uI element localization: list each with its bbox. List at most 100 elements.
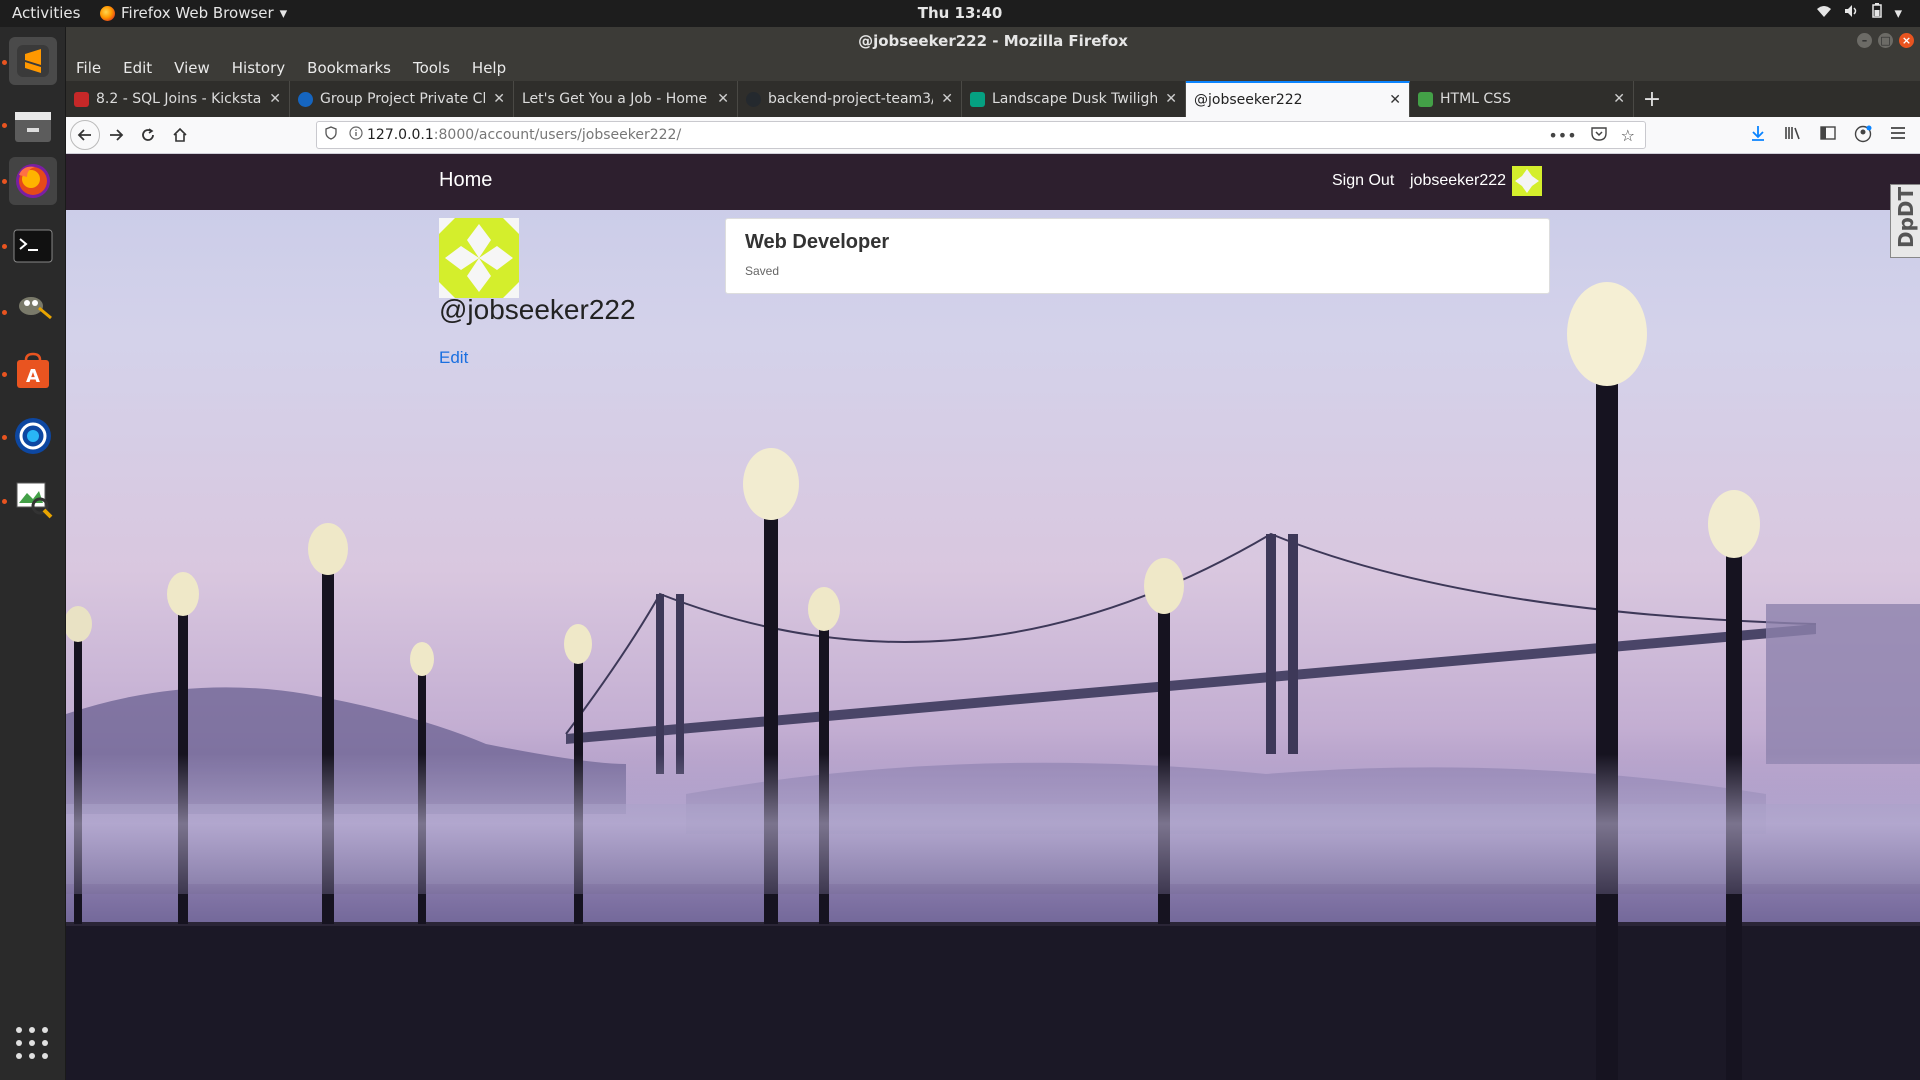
close-tab-icon[interactable]: ✕ bbox=[941, 91, 953, 107]
volume-icon bbox=[1844, 4, 1860, 22]
info-icon[interactable] bbox=[345, 126, 367, 144]
extension-label: DpDT bbox=[1894, 186, 1918, 248]
sublime-text-icon[interactable] bbox=[9, 37, 57, 85]
tab-label: Let's Get You a Job - Home bbox=[522, 91, 708, 107]
kickstart-favicon-icon bbox=[74, 91, 89, 107]
close-tab-icon[interactable]: ✕ bbox=[269, 91, 281, 107]
running-indicator bbox=[2, 60, 7, 65]
menu-view[interactable]: View bbox=[174, 59, 210, 77]
library-icon[interactable] bbox=[1784, 125, 1802, 148]
navigation-toolbar: 127.0.0.1:8000/account/users/jobseeker22… bbox=[66, 117, 1920, 154]
firefox-icon[interactable] bbox=[9, 157, 57, 205]
user-avatar-icon[interactable] bbox=[1512, 166, 1542, 196]
menu-tools[interactable]: Tools bbox=[413, 59, 450, 77]
tab-sql-joins[interactable]: 8.2 - SQL Joins - Kickstart ✕ bbox=[66, 81, 290, 117]
hamburger-menu-icon[interactable] bbox=[1890, 125, 1906, 148]
forward-button[interactable] bbox=[100, 119, 132, 151]
background-haze bbox=[66, 754, 1920, 894]
tab-landscape-dusk[interactable]: Landscape Dusk Twilight ✕ bbox=[962, 81, 1186, 117]
home-icon bbox=[173, 127, 187, 142]
close-tab-icon[interactable]: ✕ bbox=[493, 91, 505, 107]
github-icon bbox=[746, 91, 761, 107]
saved-job-card[interactable]: Web Developer Saved bbox=[725, 218, 1550, 294]
profile-avatar bbox=[439, 218, 519, 298]
running-indicator bbox=[2, 244, 7, 249]
page-actions-icon[interactable]: ••• bbox=[1548, 126, 1576, 145]
menu-bookmarks[interactable]: Bookmarks bbox=[307, 59, 391, 77]
software-center-icon[interactable]: A bbox=[9, 347, 57, 395]
pocket-icon[interactable] bbox=[1590, 126, 1607, 145]
chevron-down-icon: ▾ bbox=[1894, 3, 1902, 22]
menu-help[interactable]: Help bbox=[472, 59, 506, 77]
reload-icon bbox=[142, 128, 154, 141]
url-bar[interactable]: 127.0.0.1:8000/account/users/jobseeker22… bbox=[316, 121, 1646, 149]
maximize-button[interactable]: □ bbox=[1878, 33, 1893, 48]
image-viewer-icon[interactable] bbox=[9, 475, 57, 523]
tab-lets-get-you-a-job[interactable]: Let's Get You a Job - Home ✕ bbox=[514, 81, 738, 117]
ubuntu-dock: A bbox=[0, 27, 66, 1080]
tab-jobseeker-profile[interactable]: @jobseeker222 ✕ bbox=[1186, 81, 1410, 117]
page-viewport: Home Sign Out jobseeker222 @jobseeker222… bbox=[66, 154, 1920, 1080]
running-indicator bbox=[2, 310, 7, 315]
minimize-button[interactable]: – bbox=[1857, 33, 1872, 48]
reload-button[interactable] bbox=[132, 119, 164, 151]
pexels-icon bbox=[970, 91, 985, 107]
running-indicator bbox=[2, 435, 7, 440]
url-host: 127.0.0.1 bbox=[367, 127, 434, 143]
shield-icon[interactable] bbox=[317, 126, 345, 144]
sign-out-link[interactable]: Sign Out bbox=[1332, 172, 1394, 190]
running-indicator bbox=[2, 123, 7, 128]
clock[interactable]: Thu 13:40 bbox=[918, 4, 1003, 22]
close-tab-icon[interactable]: ✕ bbox=[1613, 91, 1625, 107]
home-button[interactable] bbox=[164, 119, 196, 151]
tab-label: HTML CSS bbox=[1440, 91, 1511, 107]
url-text: 127.0.0.1:8000/account/users/jobseeker22… bbox=[367, 127, 1548, 143]
downloads-icon[interactable] bbox=[1750, 125, 1766, 148]
tab-label: @jobseeker222 bbox=[1194, 92, 1303, 108]
show-applications-button[interactable] bbox=[16, 1027, 50, 1061]
arrow-left-icon bbox=[77, 129, 91, 141]
edit-profile-link[interactable]: Edit bbox=[439, 348, 468, 368]
running-indicator bbox=[2, 499, 7, 504]
close-tab-icon[interactable]: ✕ bbox=[717, 91, 729, 107]
tab-github-backend[interactable]: backend-project-team3/ ✕ bbox=[738, 81, 962, 117]
menu-file[interactable]: File bbox=[76, 59, 101, 77]
gnome-top-bar: Activities Firefox Web Browser ▾ Thu 13:… bbox=[0, 0, 1920, 27]
back-button[interactable] bbox=[70, 120, 100, 150]
profile-handle: @jobseeker222 bbox=[439, 294, 636, 325]
bookmark-star-icon[interactable]: ☆ bbox=[1621, 126, 1635, 145]
tab-group-project[interactable]: Group Project Private Ch ✕ bbox=[290, 81, 514, 117]
window-title-bar[interactable]: @jobseeker222 - Mozilla Firefox – □ × bbox=[66, 27, 1920, 54]
system-tray[interactable]: ▾ bbox=[1816, 3, 1902, 22]
tab-label: Group Project Private Ch bbox=[320, 91, 486, 107]
sync-app-icon[interactable] bbox=[9, 412, 57, 460]
new-tab-button[interactable]: + bbox=[1634, 81, 1670, 117]
close-tab-icon[interactable]: ✕ bbox=[1389, 92, 1401, 108]
chevron-down-icon: ▾ bbox=[279, 4, 288, 22]
menu-bar: File Edit View History Bookmarks Tools H… bbox=[66, 54, 1920, 81]
job-title[interactable]: Web Developer bbox=[745, 231, 1530, 254]
menu-history[interactable]: History bbox=[232, 59, 285, 77]
window-title: @jobseeker222 - Mozilla Firefox bbox=[858, 32, 1128, 50]
gimp-icon[interactable] bbox=[9, 282, 57, 330]
battery-icon bbox=[1872, 3, 1883, 22]
app-menu[interactable]: Firefox Web Browser ▾ bbox=[100, 4, 287, 22]
close-tab-icon[interactable]: ✕ bbox=[1165, 91, 1177, 107]
account-icon[interactable] bbox=[1854, 125, 1872, 148]
username-link[interactable]: jobseeker222 bbox=[1410, 172, 1506, 190]
tab-label: 8.2 - SQL Joins - Kickstart bbox=[96, 91, 262, 107]
firefox-icon bbox=[100, 5, 115, 21]
close-button[interactable]: × bbox=[1899, 33, 1914, 48]
html-css-favicon-icon bbox=[1418, 91, 1433, 107]
tab-html-css[interactable]: HTML CSS ✕ bbox=[1410, 81, 1634, 117]
home-link[interactable]: Home bbox=[439, 169, 492, 192]
extension-sidebar-tab[interactable]: DpDT bbox=[1890, 184, 1920, 258]
sidebar-icon[interactable] bbox=[1820, 125, 1836, 148]
chat-favicon-icon bbox=[298, 91, 313, 107]
files-icon[interactable] bbox=[9, 102, 57, 150]
menu-edit[interactable]: Edit bbox=[123, 59, 152, 77]
site-navbar: Home Sign Out jobseeker222 bbox=[66, 154, 1920, 210]
activities-button[interactable]: Activities bbox=[12, 4, 80, 22]
terminal-icon[interactable] bbox=[9, 222, 57, 270]
job-status: Saved bbox=[745, 264, 780, 278]
